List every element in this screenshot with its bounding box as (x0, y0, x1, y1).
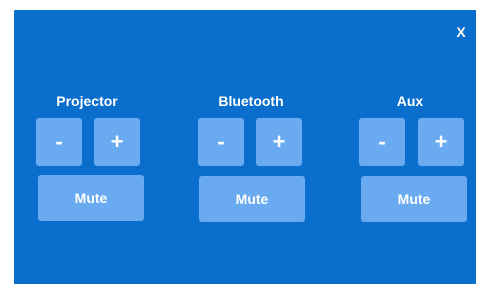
bluetooth-title: Bluetooth (218, 93, 284, 109)
aux-volume-down-button[interactable]: - (359, 118, 405, 166)
close-button[interactable]: X (448, 19, 474, 45)
projector-volume-up-button[interactable]: + (94, 118, 140, 166)
aux-mute-button[interactable]: Mute (361, 176, 467, 222)
projector-volume-down-button[interactable]: - (36, 118, 82, 166)
aux-volume-up-button[interactable]: + (418, 118, 464, 166)
bluetooth-volume-up-button[interactable]: + (256, 118, 302, 166)
audio-control-panel (14, 10, 476, 284)
bluetooth-mute-button[interactable]: Mute (199, 176, 305, 222)
projector-mute-button[interactable]: Mute (38, 175, 144, 221)
aux-title: Aux (396, 93, 424, 109)
projector-title: Projector (56, 93, 118, 109)
bluetooth-volume-down-button[interactable]: - (198, 118, 244, 166)
